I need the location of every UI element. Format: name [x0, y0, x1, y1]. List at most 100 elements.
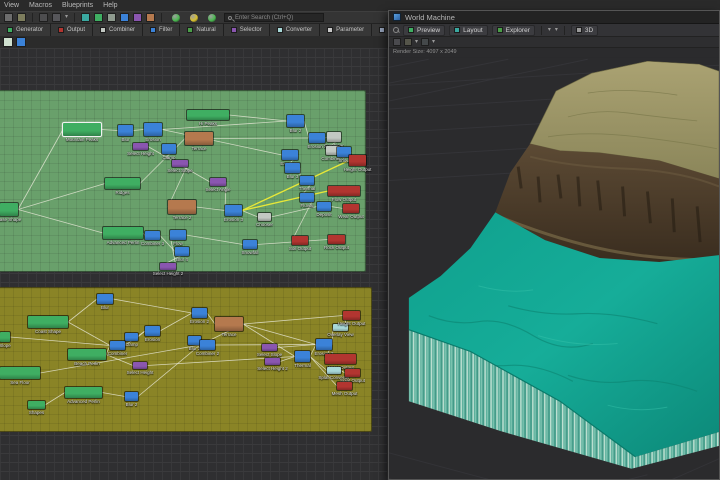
graph-node-g9[interactable]: Blur 2 [287, 115, 304, 127]
group-water[interactable] [0, 287, 372, 432]
device-type-icon[interactable] [120, 13, 129, 22]
graph-node-o16[interactable]: Combiner 2 [200, 340, 215, 350]
layers-icon[interactable] [404, 38, 412, 46]
device-type-icon[interactable] [94, 13, 103, 22]
menu-item-view[interactable]: View [4, 2, 19, 9]
grid-view-icon[interactable] [52, 13, 61, 22]
graph-node-g28[interactable]: Flow [170, 230, 186, 240]
lighting-icon[interactable] [421, 38, 429, 46]
tab-selector[interactable]: Selector [224, 24, 270, 36]
graph-node-o10[interactable]: Advanced Perlin [65, 387, 102, 398]
graph-node-o8[interactable]: Select Height [133, 362, 147, 369]
tab-parameter[interactable]: Parameter [320, 24, 372, 36]
graph-node-o26[interactable]: Mesh Output [337, 382, 352, 390]
graph-node-g18[interactable]: Select Angle [210, 178, 226, 186]
graph-node-g4[interactable]: Select Height [133, 143, 148, 150]
graph-node-g29[interactable]: Flow Output [328, 186, 360, 196]
graph-node-o21[interactable]: Thermal [295, 351, 310, 362]
material-sphere-icon[interactable] [172, 14, 180, 22]
graph-node-o1[interactable]: Blur [97, 294, 113, 304]
graph-node-g21[interactable]: Terrace 2 [168, 200, 196, 214]
material-sphere-icon[interactable] [190, 14, 198, 22]
device-type-icon[interactable] [146, 13, 155, 22]
chevron-down-icon[interactable]: ▾ [548, 26, 551, 35]
graph-node-g26[interactable]: Erosion 3 [225, 205, 242, 216]
chevron-down-icon[interactable]: ▾ [432, 38, 435, 47]
graph-node-g32[interactable]: Soil Output [292, 236, 308, 245]
select-tool-icon[interactable] [16, 37, 26, 47]
graph-node-o7[interactable]: Erosion [145, 326, 160, 336]
graph-node-g25[interactable]: Select Height 2 [160, 263, 176, 270]
graph-node-g35[interactable]: Fluvial [300, 193, 314, 202]
graph-node-g22[interactable]: Advanced Perlin [103, 227, 143, 239]
graph-node-g19[interactable]: Ridges [105, 178, 140, 189]
menu-item-blueprints[interactable]: Blueprints [62, 2, 93, 9]
graph-node-o24[interactable]: Splat Converter [327, 367, 341, 374]
graph-node-o14[interactable]: Terrace [215, 317, 243, 331]
viewer-tab-explorer[interactable]: Explorer [492, 25, 535, 36]
graph-node-g33[interactable]: Rock Output [328, 235, 345, 244]
graph-node-o5[interactable]: Combiner [110, 341, 125, 350]
menu-item-macros[interactable]: Macros [29, 2, 52, 9]
graph-node-g16[interactable]: Blur 3 [285, 163, 300, 173]
graph-node-g2[interactable]: Blur [118, 125, 133, 136]
view-mode-3d-button[interactable]: 3D [571, 25, 598, 36]
tab-converter[interactable]: Converter [270, 24, 320, 36]
material-sphere-icon[interactable] [208, 14, 216, 22]
graph-node-o17[interactable]: Select Slope [262, 344, 277, 351]
graph-node-o6[interactable]: Beach Perlin [68, 349, 106, 360]
graph-node-g10[interactable]: Erosion 2 [309, 133, 325, 143]
chevron-down-icon[interactable]: ▾ [555, 26, 558, 35]
menu-item-help[interactable]: Help [103, 2, 117, 9]
device-type-icon[interactable] [133, 13, 142, 22]
camera-icon[interactable] [393, 38, 401, 46]
graph-node-g17[interactable]: Thermal [300, 176, 314, 185]
graph-node-g24[interactable]: Blur 4 [175, 247, 189, 256]
graph-node-g27[interactable]: Chooser [258, 213, 271, 221]
new-world-icon[interactable] [4, 13, 13, 22]
graph-node-o13[interactable]: Erosion 2 [192, 308, 207, 318]
graph-node-g11[interactable]: Combiner [327, 132, 341, 142]
graph-node-o9[interactable]: Sea Floor [0, 367, 40, 379]
viewer-title-bar[interactable]: World Machine [389, 11, 719, 24]
tab-natural[interactable]: Natural [180, 24, 223, 36]
graph-node-o2[interactable]: Coast Shape [28, 316, 68, 328]
graph-node-g3[interactable]: Erosion [144, 123, 162, 136]
graph-node-g34[interactable]: Snowfall [243, 240, 257, 249]
graph-node-o4[interactable]: Clamp [125, 333, 138, 341]
build-icon[interactable] [17, 13, 26, 22]
graph-node-g31[interactable]: Deposit [317, 202, 331, 211]
graph-node-o23[interactable]: Water Output [325, 354, 356, 364]
viewer-search-icon[interactable] [393, 27, 399, 33]
device-type-icon[interactable] [107, 13, 116, 22]
graph-node-o11[interactable]: Blur 2 [125, 392, 138, 401]
viewer-tab-preview[interactable]: Preview [403, 25, 445, 36]
tab-filter[interactable]: Filter [143, 24, 180, 36]
tab-combiner[interactable]: Combiner [93, 24, 143, 36]
graph-node-g14[interactable]: Height Output [349, 155, 366, 166]
node-graph-canvas[interactable]: Mountain Peaks Blur Erosion Select Height Cl… [0, 48, 390, 480]
graph-node-g20[interactable]: Base Shape [0, 203, 18, 216]
chevron-down-icon[interactable]: ▾ [415, 38, 418, 47]
graph-node-o19[interactable]: Erosion 3 [316, 339, 332, 350]
graph-node-g8[interactable]: Terrace [185, 132, 213, 145]
device-type-icon[interactable] [81, 13, 90, 22]
graph-node-g1[interactable]: Mountain Peaks [63, 123, 101, 136]
graph-node-g5[interactable]: Clamp [162, 144, 176, 154]
graph-node-g15[interactable]: Expander [282, 150, 298, 160]
layout-tool-icon[interactable] [3, 37, 13, 47]
tab-generator[interactable]: Generator [0, 24, 51, 36]
graph-node-o12[interactable]: Shapes [28, 401, 45, 409]
graph-node-o18[interactable]: Select Height 2 [265, 358, 280, 365]
chevron-down-icon[interactable]: ▾ [65, 13, 68, 22]
tab-output[interactable]: Output [51, 24, 93, 36]
3d-viewport[interactable] [389, 57, 719, 479]
graph-node-g6[interactable]: Select Slope [172, 160, 188, 167]
graph-node-g30[interactable]: Wear Output [343, 204, 359, 213]
panel-layout-icon[interactable] [39, 13, 48, 22]
graph-node-o22[interactable]: Height Output [343, 311, 360, 320]
viewer-tab-layout[interactable]: Layout [449, 25, 488, 36]
graph-node-g7[interactable]: Hi Peaks [187, 110, 229, 120]
graph-node-g23[interactable]: Combiner 3 [145, 231, 160, 240]
search-input[interactable]: Enter Search (Ctrl+Q) [224, 13, 324, 22]
